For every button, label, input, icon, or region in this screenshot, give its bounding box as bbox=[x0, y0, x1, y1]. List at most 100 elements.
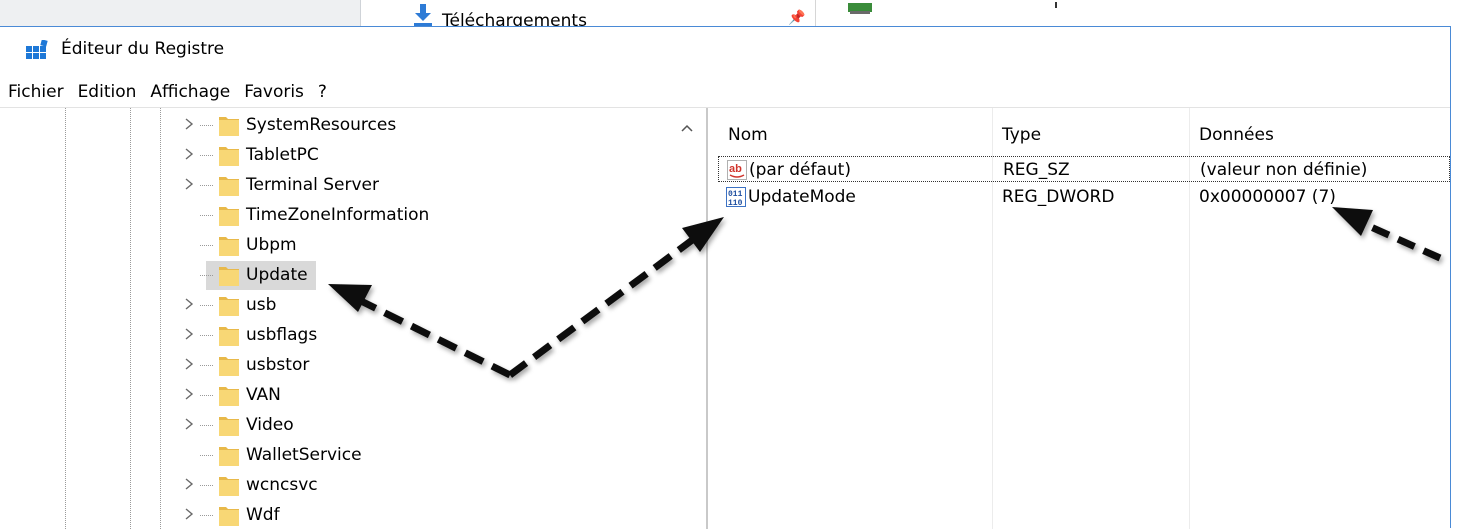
value-row[interactable]: ab (par défaut) REG_SZ (valeur non défin… bbox=[718, 156, 1450, 182]
pin-icon[interactable]: 📌 bbox=[788, 10, 805, 26]
chevron-right-icon[interactable] bbox=[184, 417, 196, 433]
value-type: REG_SZ bbox=[1003, 160, 1070, 180]
chevron-right-icon[interactable] bbox=[184, 477, 196, 493]
download-arrow-icon bbox=[412, 4, 434, 26]
tree-item[interactable]: usbflags bbox=[0, 320, 700, 350]
column-header-nom[interactable]: Nom bbox=[728, 123, 768, 147]
background-divider bbox=[815, 0, 816, 26]
tree-item[interactable]: WalletService bbox=[0, 440, 700, 470]
folder-icon bbox=[218, 173, 240, 197]
tree-item[interactable]: usb bbox=[0, 290, 700, 320]
tree-item-label: usb bbox=[246, 295, 277, 315]
column-header-donnees[interactable]: Données bbox=[1199, 123, 1274, 147]
key-tree-pane[interactable]: SystemResources TabletPC Terminal Server Ti… bbox=[0, 108, 708, 529]
window-title: Éditeur du Registre bbox=[61, 39, 225, 59]
tree-item-label: Wdf bbox=[246, 505, 280, 525]
tree-connector bbox=[200, 155, 214, 156]
svg-text:110: 110 bbox=[728, 199, 743, 207]
quick-access-downloads[interactable]: Téléchargements bbox=[412, 4, 587, 26]
menu-help[interactable]: ? bbox=[311, 79, 334, 105]
tree-item-label: Terminal Server bbox=[246, 175, 379, 195]
folder-icon bbox=[218, 413, 240, 437]
folder-icon bbox=[218, 233, 240, 257]
column-header-type[interactable]: Type bbox=[1002, 123, 1041, 147]
folder-icon bbox=[218, 143, 240, 167]
tree-item[interactable]: VAN bbox=[0, 380, 700, 410]
menu-favoris[interactable]: Favoris bbox=[237, 79, 311, 105]
chevron-right-icon[interactable] bbox=[184, 387, 196, 403]
tree-connector bbox=[200, 215, 214, 216]
menu-affichage[interactable]: Affichage bbox=[143, 79, 237, 105]
tree-item-label: Video bbox=[246, 415, 294, 435]
menu-edition[interactable]: Edition bbox=[71, 79, 144, 105]
menu-bar: Fichier Edition Affichage Favoris ? bbox=[0, 79, 334, 105]
svg-text:011: 011 bbox=[728, 190, 743, 199]
folder-icon bbox=[218, 503, 240, 527]
tree-item[interactable]: TabletPC bbox=[0, 140, 700, 170]
chevron-right-icon[interactable] bbox=[184, 147, 196, 163]
tree-connector bbox=[200, 515, 214, 516]
value-type: REG_DWORD bbox=[1002, 187, 1115, 207]
value-data: 0x00000007 (7) bbox=[1199, 187, 1336, 207]
background-mark bbox=[1055, 2, 1057, 8]
tree-item-label: wcncsvc bbox=[246, 475, 318, 495]
tree-item[interactable]: wcncsvc bbox=[0, 470, 700, 500]
folder-icon bbox=[218, 323, 240, 347]
tree-connector bbox=[200, 335, 214, 336]
values-list-pane[interactable]: Nom Type Données ab (par défaut) REG_SZ … bbox=[708, 108, 1450, 529]
tree-item[interactable]: Wdf bbox=[0, 500, 700, 529]
folder-icon bbox=[218, 293, 240, 317]
tree-item[interactable]: Update bbox=[0, 260, 700, 290]
chevron-right-icon[interactable] bbox=[184, 327, 196, 343]
tree-item-label: VAN bbox=[246, 385, 281, 405]
folder-icon bbox=[218, 353, 240, 377]
menu-fichier[interactable]: Fichier bbox=[0, 79, 71, 105]
string-value-icon: ab bbox=[727, 160, 747, 180]
tree-connector bbox=[200, 275, 214, 276]
value-data: (valeur non définie) bbox=[1200, 160, 1368, 180]
registry-editor-icon bbox=[26, 39, 48, 60]
folder-icon bbox=[218, 203, 240, 227]
chevron-right-icon[interactable] bbox=[184, 117, 196, 133]
tree-item-label: SystemResources bbox=[246, 115, 397, 135]
tree-item[interactable]: SystemResources bbox=[0, 110, 700, 140]
tree-connector bbox=[200, 485, 214, 486]
value-name: (par défaut) bbox=[749, 160, 851, 180]
tree-item-label: Ubpm bbox=[246, 235, 297, 255]
tree-item-label: usbflags bbox=[246, 325, 318, 345]
tree-connector bbox=[200, 365, 214, 366]
background-explorer-strip: Téléchargements 📌 bbox=[0, 0, 1457, 26]
tree-connector bbox=[200, 395, 214, 396]
tree-item[interactable]: TimeZoneInformation bbox=[0, 200, 700, 230]
tree-item-label: WalletService bbox=[246, 445, 362, 465]
background-drive-icon bbox=[848, 0, 872, 14]
tree-item[interactable]: Video bbox=[0, 410, 700, 440]
chevron-right-icon[interactable] bbox=[184, 177, 196, 193]
panes: SystemResources TabletPC Terminal Server Ti… bbox=[0, 107, 1450, 529]
tree-connector bbox=[200, 185, 214, 186]
folder-icon bbox=[218, 263, 240, 287]
tree-connector bbox=[200, 305, 214, 306]
svg-text:ab: ab bbox=[729, 163, 742, 175]
chevron-right-icon[interactable] bbox=[184, 507, 196, 523]
tree-connector bbox=[200, 125, 214, 126]
folder-icon bbox=[218, 473, 240, 497]
folder-icon bbox=[218, 443, 240, 467]
title-bar[interactable]: Éditeur du Registre bbox=[0, 27, 1450, 75]
chevron-right-icon[interactable] bbox=[184, 297, 196, 313]
value-row[interactable]: 011 110 UpdateMode REG_DWORD 0x00000007 … bbox=[718, 184, 1450, 210]
tree-item[interactable]: Ubpm bbox=[0, 230, 700, 260]
tree-connector bbox=[200, 425, 214, 426]
tree-item-label: usbstor bbox=[246, 355, 310, 375]
tree-item[interactable]: usbstor bbox=[0, 350, 700, 380]
tree-connector bbox=[200, 455, 214, 456]
chevron-right-icon[interactable] bbox=[184, 357, 196, 373]
quick-access-downloads-label: Téléchargements bbox=[442, 11, 587, 26]
tree-item[interactable]: Terminal Server bbox=[0, 170, 700, 200]
tree-item-label: TabletPC bbox=[246, 145, 319, 165]
binary-value-icon: 011 110 bbox=[726, 187, 746, 208]
value-name: UpdateMode bbox=[748, 187, 856, 207]
folder-icon bbox=[218, 383, 240, 407]
registry-editor-window: Éditeur du Registre Fichier Edition Affi… bbox=[0, 26, 1451, 529]
folder-icon bbox=[218, 113, 240, 137]
